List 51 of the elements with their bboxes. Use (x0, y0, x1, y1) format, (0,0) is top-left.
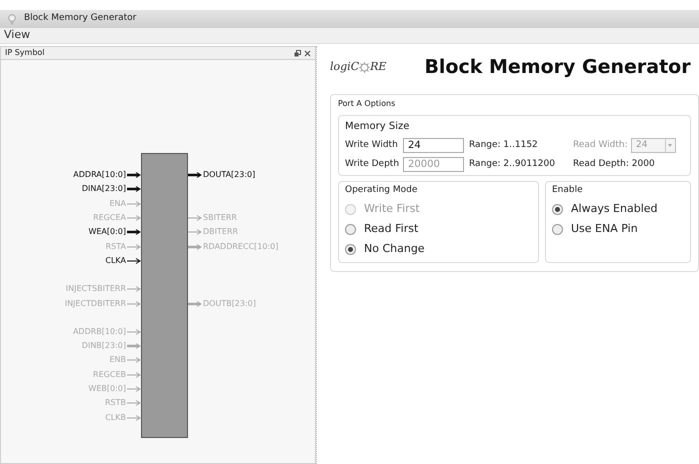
pin-label: DINB[23:0] (82, 342, 126, 350)
range-text: Range: 1..1152 (469, 138, 539, 152)
logo-text: logiC (330, 58, 360, 75)
pin-label: REGCEA (93, 214, 126, 222)
radio-button[interactable] (345, 224, 356, 235)
pin-label: RDADDRECC[10:0] (203, 242, 278, 251)
pin-label: ENA (109, 200, 126, 208)
restore-icon[interactable] (294, 50, 301, 56)
pin-label: ENB (109, 356, 126, 364)
radio-label: Use ENA Pin (571, 221, 638, 238)
pin-label: INJECTSBITERR (66, 285, 126, 294)
caret-icon (665, 139, 675, 152)
radio-button[interactable] (552, 224, 563, 235)
pin-label: CLKA (105, 256, 126, 265)
pin-label: RSTA (106, 242, 126, 251)
range-text: Range: 2..9011200 (469, 158, 556, 171)
pin-label: WEB[0:0] (88, 385, 126, 393)
pin-label: ADDRA[10:0] (73, 171, 126, 180)
group-title: Port A Options (338, 98, 396, 110)
radio-button[interactable] (552, 204, 563, 215)
pin-label: DINA[23:0] (82, 185, 126, 194)
pin-label: INJECTDBITERR (64, 300, 126, 308)
pin-label: ADDRB[10:0] (72, 328, 126, 336)
pin-label: REGCEB (93, 370, 126, 379)
read-depth-text: Read Depth: 2000 (573, 158, 655, 171)
pin-label: DOUTB[23:0] (203, 300, 256, 308)
group-title: Operating Mode (345, 184, 418, 197)
lightbulb-icon (8, 14, 16, 24)
page-heading: Block Memory Generator (424, 54, 691, 80)
pin-label: RSTB (104, 399, 126, 408)
pin-label: CLKB (105, 414, 126, 422)
logo-text: RE (370, 58, 386, 75)
window-title: Block Memory Generator (24, 12, 136, 26)
radio-label: No Change (364, 241, 425, 258)
pin-label: DBITERR (203, 228, 238, 236)
input-field[interactable]: 24 (403, 138, 464, 153)
pin-label: WEA[0:0] (88, 228, 126, 236)
radio-label: Read First (364, 221, 418, 238)
field-label: Write Width (345, 138, 399, 152)
menu-item[interactable]: View (4, 27, 30, 44)
radio-label: Always Enabled (571, 201, 658, 218)
group-title: Memory Size (345, 120, 410, 134)
radio-label: Write First (364, 201, 420, 218)
pin-label: SBITERR (203, 214, 237, 222)
panel-title: IP Symbol (5, 47, 45, 59)
group-title: Enable (552, 184, 584, 197)
field-label: Read Width: (573, 138, 629, 152)
radio-button[interactable] (345, 244, 356, 255)
pin-label: DOUTA[23:0] (203, 171, 256, 180)
field-label: Write Depth (345, 158, 400, 171)
close-icon[interactable] (304, 50, 311, 56)
